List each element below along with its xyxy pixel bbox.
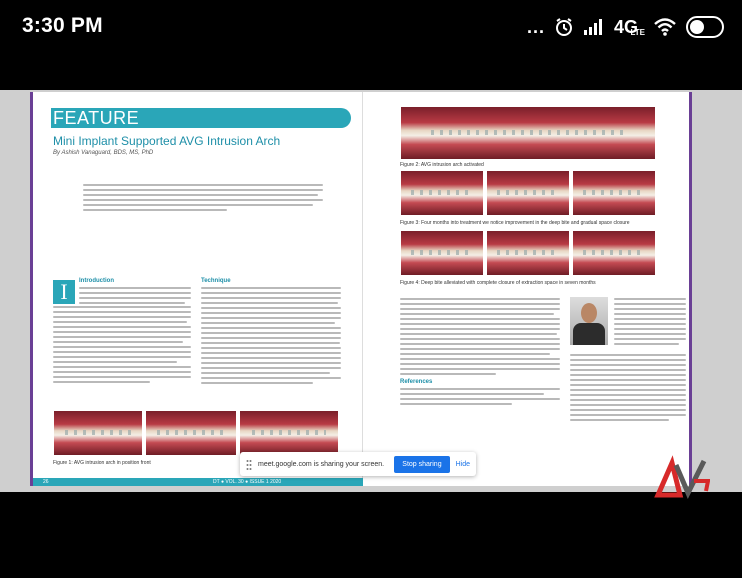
hide-button[interactable]: Hide bbox=[456, 461, 470, 468]
technique-column: Technique bbox=[201, 278, 341, 387]
author-bio bbox=[570, 354, 686, 424]
teeth-photo-3b bbox=[486, 170, 570, 216]
section-label: FEATURE bbox=[53, 108, 140, 128]
figure-1-caption: Figure 1: AVG intrusion arch in position… bbox=[53, 460, 151, 466]
stop-sharing-button[interactable]: Stop sharing bbox=[394, 455, 450, 473]
teeth-photo-4b bbox=[486, 230, 570, 276]
teeth-photo-3c bbox=[572, 170, 656, 216]
teeth-photo-2 bbox=[400, 106, 656, 160]
status-time: 3:30 PM bbox=[22, 14, 103, 37]
figure-3-caption: Figure 3: Four months into treatment we … bbox=[400, 220, 630, 226]
page-number: 26 bbox=[43, 479, 49, 485]
article-title: Mini Implant Supported AVG Intrusion Arc… bbox=[53, 134, 281, 148]
signal-icon bbox=[583, 18, 605, 36]
author-photo bbox=[570, 297, 608, 345]
right-page: Figure 2: AVG intrusion arch activated F… bbox=[364, 92, 689, 486]
magazine-spread: FEATURE Mini Implant Supported AVG Intru… bbox=[30, 92, 692, 486]
teeth-photo-1a bbox=[53, 410, 143, 456]
status-icons: ... 4G LTE bbox=[527, 12, 724, 42]
drop-cap: I bbox=[53, 280, 75, 304]
intro-heading: Introduction bbox=[79, 278, 114, 284]
alarm-icon bbox=[554, 17, 574, 37]
wifi-icon bbox=[653, 17, 677, 37]
screen-share-banner: meet.google.com is sharing your screen. … bbox=[240, 452, 476, 476]
drag-grip-icon[interactable] bbox=[246, 458, 252, 470]
status-bar: 3:30 PM ... 4G LTE bbox=[0, 0, 742, 62]
intro-column: Introduction bbox=[79, 278, 191, 307]
technique-heading: Technique bbox=[201, 278, 231, 284]
page-footer: 26 DT ● VOL. 30 ● ISSUE 1 2020 bbox=[33, 478, 363, 486]
toggle-icon bbox=[686, 16, 724, 38]
shared-screen-view: FEATURE Mini Implant Supported AVG Intru… bbox=[0, 90, 742, 492]
byline: By Ashish Vanaguard, BDS, MS, PhD bbox=[53, 150, 154, 156]
teeth-photo-1c bbox=[239, 410, 339, 456]
left-page: FEATURE Mini Implant Supported AVG Intru… bbox=[33, 92, 363, 486]
more-dots: ... bbox=[526, 16, 545, 37]
avg-logo bbox=[654, 455, 711, 499]
abstract-text bbox=[83, 184, 323, 214]
network-type: 4G LTE bbox=[613, 16, 645, 37]
teeth-photo-4a bbox=[400, 230, 484, 276]
phone-screen: 3:30 PM ... 4G LTE FEATURE Mini Implant … bbox=[0, 0, 742, 578]
author-bio-top bbox=[614, 298, 686, 348]
teeth-photo-1b bbox=[145, 410, 237, 456]
references-heading: References bbox=[400, 379, 433, 385]
share-status-text: meet.google.com is sharing your screen. bbox=[258, 460, 385, 468]
discussion-column: References bbox=[400, 298, 560, 408]
figure-4-caption: Figure 4: Deep bite alleviated with comp… bbox=[400, 280, 596, 286]
network-sub: LTE bbox=[630, 27, 645, 37]
teeth-photo-4c bbox=[572, 230, 656, 276]
teeth-photo-3a bbox=[400, 170, 484, 216]
figure-2-caption: Figure 2: AVG intrusion arch activated bbox=[400, 162, 484, 168]
intro-column-body bbox=[53, 306, 191, 386]
issue-info: DT ● VOL. 30 ● ISSUE 1 2020 bbox=[213, 479, 282, 485]
